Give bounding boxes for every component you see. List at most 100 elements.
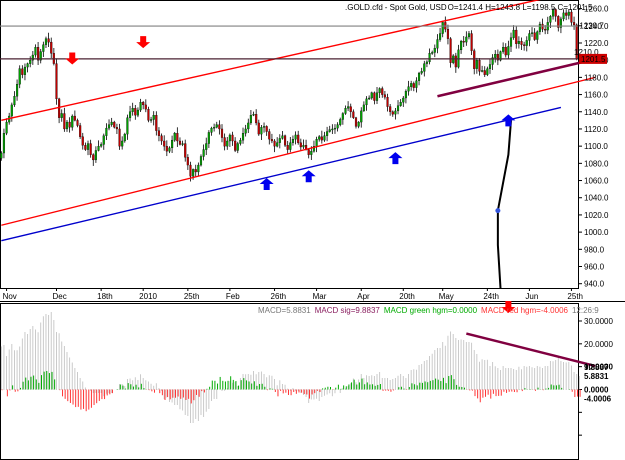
sell-arrow <box>136 36 151 49</box>
candle-body <box>92 154 95 161</box>
candle-body <box>336 124 339 129</box>
chart-root: 940.0 960.0 980.0 1000.0 1020.0 1040.0 1060.0 1… <box>0 0 625 460</box>
pointer-line <box>496 120 513 289</box>
macd-header-part: MACD=5.8831 <box>258 306 311 315</box>
price-trendline <box>437 59 588 98</box>
candle-body <box>467 33 471 38</box>
candle-body <box>502 47 505 52</box>
candle-body <box>100 144 103 147</box>
candle-body <box>121 140 124 147</box>
candle-body <box>486 68 489 75</box>
candle-body <box>123 133 126 142</box>
candle-body <box>572 22 576 26</box>
x-tick-label: Jun <box>525 292 538 301</box>
x-tick-label: May <box>439 292 454 301</box>
candle-body <box>194 169 197 173</box>
candle-body <box>315 139 318 147</box>
candle-body <box>10 104 13 117</box>
candle-body <box>13 96 16 106</box>
candle-body <box>160 135 163 142</box>
x-tick-label: 20th <box>399 292 415 301</box>
candle-body <box>115 127 118 130</box>
candle-body <box>71 115 74 128</box>
price-y-tick-label: 1040.0 <box>584 194 609 203</box>
price-y-tick-label: 1160.0 <box>584 91 608 100</box>
candle-body <box>515 29 518 44</box>
candle-body <box>417 72 421 81</box>
candle-body <box>291 139 295 143</box>
x-tick-label: 25th <box>184 292 200 301</box>
candle-body <box>525 40 528 46</box>
candle-body <box>249 115 252 124</box>
candle-body <box>326 131 329 136</box>
candle-body <box>257 122 260 135</box>
candle-body <box>533 32 536 40</box>
candle-body <box>483 70 486 75</box>
candle-body <box>297 134 300 143</box>
candle-body <box>428 53 431 63</box>
candle-body <box>278 138 281 143</box>
price-y-tick-label: 940.0 <box>584 280 605 289</box>
candle-body <box>126 117 129 135</box>
candle-body <box>517 41 520 44</box>
candle-body <box>339 119 342 125</box>
candle-body <box>134 108 137 116</box>
x-tick-label: 2010 <box>139 292 157 301</box>
candle-body <box>265 126 268 132</box>
candle-body <box>226 140 229 147</box>
candle-body <box>181 143 184 145</box>
candle-body <box>231 134 234 142</box>
candle-body <box>562 12 565 20</box>
candle-body <box>155 115 158 131</box>
price-y-tick-label: 1100.0 <box>584 142 608 151</box>
candle-body <box>386 96 389 107</box>
candle-body <box>68 121 71 128</box>
candle-body <box>128 111 132 118</box>
candle-body <box>478 60 481 72</box>
candle-body <box>142 102 145 106</box>
candle-body <box>354 117 358 127</box>
candle-body <box>260 127 263 135</box>
macd-header-part: MACD sig=9.8837 <box>315 306 381 315</box>
candle-body <box>107 124 111 129</box>
candle-body <box>310 151 313 155</box>
candle-body <box>97 145 100 151</box>
price-y-tick-label: 1120.0 <box>584 125 608 134</box>
candle-body <box>536 31 539 40</box>
candle-body <box>538 23 541 32</box>
price-y-tick-label: 960.0 <box>584 263 605 272</box>
pointer-marker <box>495 208 501 214</box>
candle-body <box>202 149 205 157</box>
x-tick-label: Nov <box>3 292 17 301</box>
candle-body <box>89 143 92 155</box>
buy-arrow <box>388 152 403 165</box>
candle-body <box>541 23 544 30</box>
candle-body <box>549 16 552 23</box>
candle-body <box>454 55 457 68</box>
candle-body <box>178 140 182 145</box>
candle-body <box>171 139 174 149</box>
candle-body <box>475 60 478 69</box>
x-tick-label: Apr <box>357 292 370 301</box>
candle-body <box>239 139 242 144</box>
candle-body <box>389 106 392 112</box>
x-tick-label: 18th <box>97 292 113 301</box>
candle-body <box>520 41 523 45</box>
candle-body <box>544 29 547 31</box>
candle-body <box>423 63 426 72</box>
candle-body <box>76 120 79 126</box>
candle-body <box>286 145 289 150</box>
candle-body <box>58 98 61 118</box>
candle-body <box>26 63 29 68</box>
candle-body <box>368 97 371 100</box>
candle-body <box>381 88 384 95</box>
candle-body <box>328 129 331 132</box>
candle-body <box>199 156 203 166</box>
buy-arrow <box>501 114 516 127</box>
candle-body <box>307 149 310 155</box>
candle-body <box>176 133 179 142</box>
candle-body <box>186 157 189 166</box>
candle-body <box>5 121 8 134</box>
candle-body <box>415 80 418 88</box>
candle-body <box>276 142 279 147</box>
